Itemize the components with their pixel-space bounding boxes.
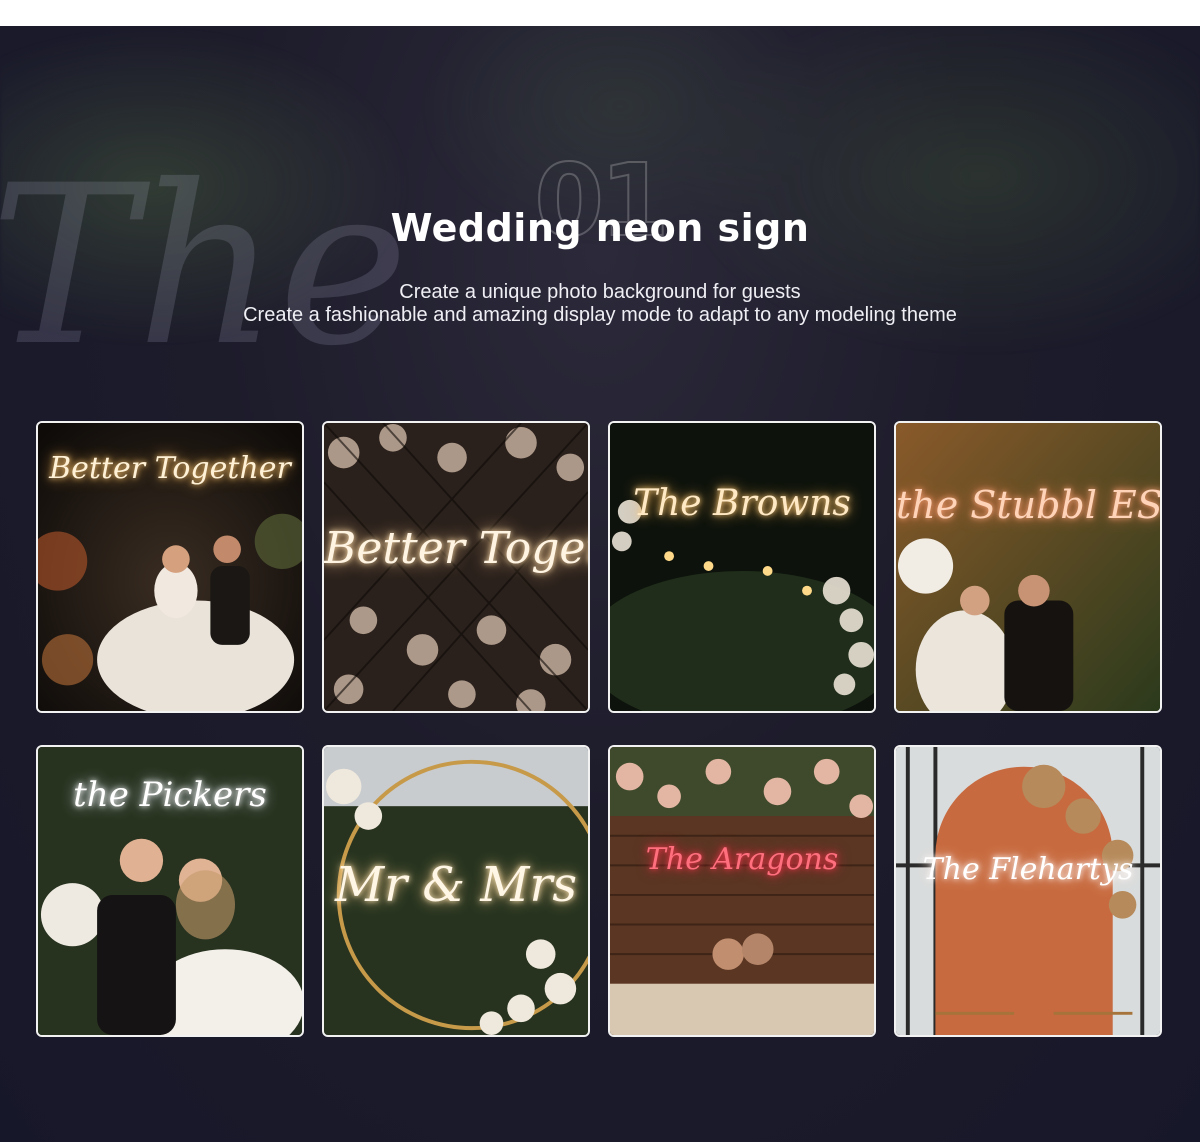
gallery-photo-1[interactable]: Better Together [36,421,304,713]
photo-couple-kiss-hedge [896,423,1160,711]
section-subtitle-line-2: Create a fashionable and amazing display… [243,304,957,326]
photo-wood-wall-garland [610,747,874,1035]
gallery-photo-3[interactable]: The Browns [608,421,876,713]
neon-sign-text: the Pickers [73,775,267,815]
neon-sign-text: Better Togethe [324,523,588,574]
neon-sign-text: The Browns [633,483,851,524]
section-subtitle-line-1: Create a unique photo background for gue… [399,281,801,303]
gallery-photo-4[interactable]: the Stubbl EST [894,421,1162,713]
neon-sign-text: Better Together [49,451,291,486]
hero-banner: The 01 Wedding neon sign Create a unique… [0,26,1200,1142]
section-title: Wedding neon sign [390,206,810,250]
gallery-photo-5[interactable]: the Pickers [36,745,304,1037]
gallery-photo-7[interactable]: The Aragons [608,745,876,1037]
neon-sign-text: The Flehartys [922,852,1134,887]
gallery-photo-8[interactable]: The Flehartys [894,745,1162,1037]
neon-sign-text: the Stubbl EST [896,483,1162,527]
neon-sign-text: Mr & Mrs [334,857,578,913]
gallery-photo-2[interactable]: Better Togethe [322,421,590,713]
neon-sign-text: The Aragons [645,842,839,877]
photo-terracotta-arch [896,747,1160,1035]
photo-greenery-arch [610,423,874,711]
gallery-photo-6[interactable]: Mr & Mrs [322,745,590,1037]
background-neon-script: The [0,138,409,394]
